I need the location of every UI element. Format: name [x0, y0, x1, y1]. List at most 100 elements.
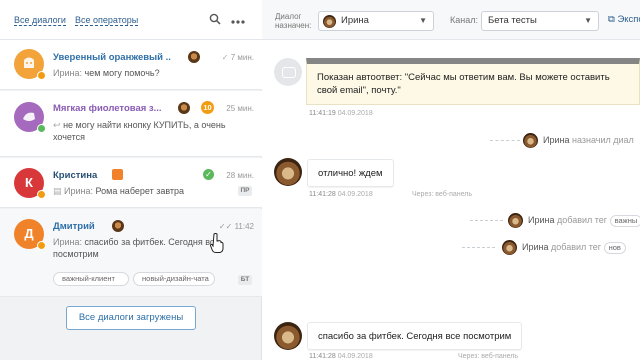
operator-avatar [112, 220, 124, 232]
operator-avatar [188, 51, 200, 63]
tag-event: Ирина добавил тег нов [462, 240, 640, 256]
avatar-letter: Д [24, 226, 34, 241]
dialog-item[interactable]: К Кристина ✓ 28 мин. ▤ Ирина: Рома набер… [0, 158, 262, 208]
channel-value: Бета тесты [488, 15, 537, 26]
message-meta: 11:41:19 04.09.2018 [309, 110, 373, 117]
message-via: Через: веб-панель [412, 191, 473, 198]
visitor-avatar [14, 102, 46, 133]
operator-avatar [274, 322, 302, 350]
event-author: Ирина [522, 242, 549, 252]
tag-event: Ирина добавил тег важны [470, 213, 640, 229]
read-check-icon: ✓ [221, 53, 231, 62]
status-dot [37, 71, 46, 80]
message-meta: 11:41:28 04.09.2018 [309, 191, 373, 198]
message-via: Через: веб-панель [458, 353, 519, 360]
autoreply-message: Показан автоответ: "Сейчас мы ответим ва… [306, 58, 640, 105]
event-action: назначил диал [572, 135, 634, 145]
preview-text: не могу найти кнопку КУПИТЬ, а очень хоч… [53, 120, 226, 142]
dialog-preview: Ирина: чем могу помочь? [53, 67, 248, 79]
dialog-time: 25 мин. [226, 104, 254, 113]
operator-avatar [323, 15, 336, 28]
assigned-value: Ирина [341, 15, 369, 26]
message-date: 04.09.2018 [337, 110, 373, 117]
dialog-preview: ↩ не могу найти кнопку КУПИТЬ, а очень х… [53, 119, 248, 143]
autoreply-text: Показан автоответ: "Сейчас мы ответим ва… [317, 72, 610, 96]
message-date: 04.09.2018 [337, 191, 373, 198]
message-meta: 11:41:28 04.09.2018 [309, 353, 373, 360]
dialog-tag[interactable]: новый-дизайн-чата [133, 272, 215, 286]
event-action: добавил тег [551, 242, 602, 252]
more-icon[interactable] [231, 15, 245, 27]
visitor-avatar [14, 49, 46, 80]
all-dialogs-loaded-button[interactable]: Все диалоги загружены [66, 306, 196, 330]
note-icon: ▤ [53, 186, 62, 196]
dialog-item-active[interactable]: Д Дмитрий ✓✓ 11:42 Ирина: спасибо за фит… [0, 209, 262, 297]
operator-avatar [523, 133, 538, 148]
avatar-letter: К [25, 175, 33, 190]
unread-badge: 10 [201, 101, 214, 114]
visitor-avatar: Д [14, 219, 46, 250]
status-dot [37, 190, 46, 199]
dialog-time-value: 11:42 [234, 222, 254, 231]
message-time: 11:41:28 [309, 191, 336, 198]
status-dot [37, 241, 46, 250]
visitor-avatar: К [14, 168, 46, 199]
event-action: добавил тег [557, 215, 608, 225]
preview-author: Ирина: [64, 186, 94, 196]
operator-message: спасибо за фитбек. Сегодня все посмотрим [307, 322, 523, 350]
dialog-list-panel: Все диалоги Все операторы Уверенный оран… [0, 0, 262, 360]
dialog-name: Дмитрий [53, 221, 95, 232]
dialog-name: Кристина [53, 170, 98, 181]
export-icon: ⧉ [608, 14, 615, 25]
filter-all-operators[interactable]: Все операторы [75, 15, 139, 26]
chevron-down-icon: ▼ [419, 16, 427, 25]
bot-avatar [274, 58, 302, 86]
filter-all-dialogs[interactable]: Все диалоги [14, 15, 66, 26]
event-author: Ирина [528, 215, 555, 225]
divider [490, 140, 520, 141]
operator-avatar [178, 102, 190, 114]
message-time: 11:41:28 [309, 353, 336, 360]
event-tag: важны [609, 215, 640, 227]
operator-avatar [502, 240, 517, 255]
message-date: 04.09.2018 [337, 353, 373, 360]
preview-text: Рома наберет завтра [95, 186, 185, 196]
status-dot [37, 124, 46, 133]
message-time: 11:41:19 [309, 110, 336, 117]
dialog-tag[interactable]: важный-клиент [53, 272, 129, 286]
dialog-list-header: Все диалоги Все операторы [0, 0, 262, 40]
channel-select[interactable]: Бета тесты ▼ [481, 11, 599, 31]
preview-author: Ирина: [53, 68, 82, 78]
dialog-preview: ▤ Ирина: Рома наберет завтра [53, 185, 248, 197]
dialog-time: ✓ 7 мин. [222, 53, 254, 62]
read-double-check-icon: ✓✓ [218, 222, 235, 231]
channel-tag: ПР [238, 186, 252, 196]
dialog-item[interactable]: Уверенный оранжевый ... ✓ 7 мин. Ирина: … [0, 40, 262, 90]
search-icon[interactable] [209, 13, 221, 27]
assign-event: Ирина назначил диал [490, 133, 640, 149]
preview-author: Ирина: [53, 237, 82, 247]
reply-icon: ↩ [53, 120, 61, 130]
dialog-item[interactable]: Мягкая фиолетовая з... 10 25 мин. ↩ не м… [0, 91, 262, 157]
operator-message: отлично! ждем [307, 159, 394, 187]
chat-app: Все диалоги Все операторы Уверенный оран… [0, 0, 640, 360]
channel-tag: БТ [238, 275, 252, 285]
preview-text: чем могу помочь? [84, 68, 160, 78]
dialog-name: Мягкая фиолетовая з... [53, 103, 162, 114]
dialog-preview: Ирина: спасибо за фитбек. Сегодня все по… [53, 236, 222, 260]
assigned-operator-select[interactable]: Ирина ▼ [318, 11, 434, 31]
operator-avatar [274, 158, 302, 186]
dialog-time: ✓✓ 11:42 [219, 222, 254, 231]
export-label: Экспо [617, 14, 640, 25]
divider [470, 220, 503, 221]
chevron-down-icon: ▼ [584, 16, 592, 25]
assigned-label: Диалог назначен: [275, 12, 311, 30]
export-button[interactable]: ⧉ Экспо [608, 14, 640, 25]
operator-avatar [508, 213, 523, 228]
contact-card-icon [112, 169, 123, 180]
hand-cursor-icon [210, 233, 224, 253]
dialog-header: Диалог назначен: Ирина ▼ Канал: Бета тест… [262, 0, 640, 40]
dialog-time: 28 мин. [226, 171, 254, 180]
channel-label: Канал: [450, 15, 478, 25]
check-circle-icon: ✓ [203, 169, 214, 180]
